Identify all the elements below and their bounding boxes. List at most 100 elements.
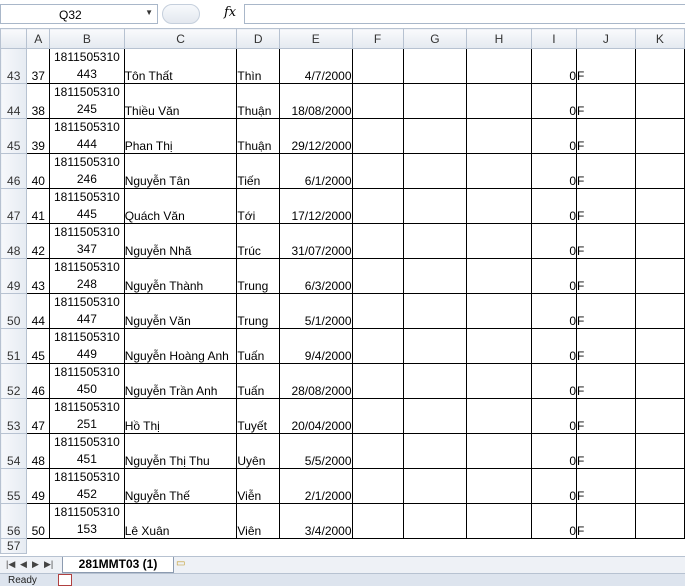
cell-k[interactable]: [634, 83, 685, 119]
cell-first-name[interactable]: Uyên: [236, 433, 281, 469]
cell-score[interactable]: 0: [530, 188, 578, 224]
cell-k[interactable]: [634, 503, 685, 539]
cell-g[interactable]: [402, 468, 468, 504]
cell-score[interactable]: 0: [530, 118, 578, 154]
cell-grade[interactable]: F: [576, 293, 636, 329]
empty-cell[interactable]: [635, 539, 684, 554]
cell-student-id[interactable]: 1811505310 445: [49, 188, 125, 224]
cell-f[interactable]: [351, 293, 404, 329]
select-all-corner[interactable]: [0, 28, 28, 49]
cell-h[interactable]: [466, 293, 532, 329]
cell-student-id[interactable]: 1811505310 449: [49, 328, 125, 364]
cell-grade[interactable]: F: [576, 398, 636, 434]
cell-first-name[interactable]: Thuận: [236, 118, 281, 154]
cell-score[interactable]: 0: [530, 48, 578, 84]
cell-last-name[interactable]: Nguyễn Tân: [123, 153, 238, 189]
cell-student-id[interactable]: 1811505310 153: [49, 503, 125, 539]
sheet-tab-active[interactable]: 281MMT03 (1): [62, 557, 174, 573]
cell-stt[interactable]: 42: [26, 223, 51, 259]
cell-first-name[interactable]: Thuận: [236, 83, 281, 119]
cell-f[interactable]: [351, 83, 404, 119]
cell-last-name[interactable]: Nguyễn Văn: [123, 293, 238, 329]
cell-h[interactable]: [466, 363, 532, 399]
cell-f[interactable]: [351, 258, 404, 294]
cell-score[interactable]: 0: [530, 433, 578, 469]
row-header[interactable]: 48: [0, 223, 28, 259]
cell-f[interactable]: [351, 188, 404, 224]
cell-k[interactable]: [634, 258, 685, 294]
empty-cell[interactable]: [280, 539, 352, 554]
cell-grade[interactable]: F: [576, 503, 636, 539]
first-sheet-icon[interactable]: |◀: [6, 559, 15, 570]
cell-f[interactable]: [351, 398, 404, 434]
cell-birth-date[interactable]: 20/04/2000: [279, 398, 353, 434]
column-header-k[interactable]: K: [634, 28, 685, 49]
cell-stt[interactable]: 48: [26, 433, 51, 469]
row-header[interactable]: 56: [0, 503, 28, 539]
cell-grade[interactable]: F: [576, 223, 636, 259]
cell-birth-date[interactable]: 3/4/2000: [279, 503, 353, 539]
cell-first-name[interactable]: Viễn: [236, 468, 281, 504]
column-header-a[interactable]: A: [26, 28, 51, 49]
cell-student-id[interactable]: 1811505310 447: [49, 293, 125, 329]
cell-grade[interactable]: F: [576, 468, 636, 504]
cell-stt[interactable]: 39: [26, 118, 51, 154]
empty-cell[interactable]: [352, 539, 403, 554]
row-header[interactable]: 45: [0, 118, 28, 154]
cell-h[interactable]: [466, 118, 532, 154]
cell-first-name[interactable]: Tuyết: [236, 398, 281, 434]
cell-birth-date[interactable]: 5/1/2000: [279, 293, 353, 329]
cell-k[interactable]: [634, 293, 685, 329]
cell-first-name[interactable]: Tuấn: [236, 328, 281, 364]
column-header-b[interactable]: B: [49, 28, 125, 49]
cell-birth-date[interactable]: 4/7/2000: [279, 48, 353, 84]
cell-birth-date[interactable]: 31/07/2000: [279, 223, 353, 259]
cell-g[interactable]: [402, 398, 468, 434]
cell-stt[interactable]: 43: [26, 258, 51, 294]
cell-k[interactable]: [634, 188, 685, 224]
last-sheet-icon[interactable]: ▶|: [44, 559, 53, 570]
empty-cell[interactable]: [124, 539, 237, 554]
cell-score[interactable]: 0: [530, 503, 578, 539]
column-header-c[interactable]: C: [123, 28, 238, 49]
cell-student-id[interactable]: 1811505310 451: [49, 433, 125, 469]
cell-h[interactable]: [466, 223, 532, 259]
cell-student-id[interactable]: 1811505310 245: [49, 83, 125, 119]
cell-score[interactable]: 0: [530, 83, 578, 119]
cell-g[interactable]: [402, 293, 468, 329]
cell-h[interactable]: [466, 258, 532, 294]
empty-cell[interactable]: [27, 539, 50, 554]
cell-k[interactable]: [634, 118, 685, 154]
cell-grade[interactable]: F: [576, 83, 636, 119]
row-header[interactable]: 46: [0, 153, 28, 189]
cell-score[interactable]: 0: [530, 398, 578, 434]
cell-last-name[interactable]: Nguyễn Thế: [123, 468, 238, 504]
cell-last-name[interactable]: Nguyễn Hoàng Anh: [123, 328, 238, 364]
cell-g[interactable]: [402, 118, 468, 154]
prev-sheet-icon[interactable]: ◀: [20, 559, 27, 570]
cell-score[interactable]: 0: [530, 468, 578, 504]
cell-last-name[interactable]: Tôn Thất: [123, 48, 238, 84]
empty-cell[interactable]: [237, 539, 280, 554]
cell-g[interactable]: [402, 188, 468, 224]
formula-input[interactable]: [244, 4, 685, 24]
cell-student-id[interactable]: 1811505310 450: [49, 363, 125, 399]
cell-g[interactable]: [402, 328, 468, 364]
cell-h[interactable]: [466, 433, 532, 469]
cell-k[interactable]: [634, 328, 685, 364]
cell-birth-date[interactable]: 28/08/2000: [279, 363, 353, 399]
row-header[interactable]: 52: [0, 363, 28, 399]
cell-score[interactable]: 0: [530, 153, 578, 189]
cell-grade[interactable]: F: [576, 48, 636, 84]
cell-first-name[interactable]: Viên: [236, 503, 281, 539]
cell-birth-date[interactable]: 6/3/2000: [279, 258, 353, 294]
row-header[interactable]: 51: [0, 328, 28, 364]
cell-last-name[interactable]: Nguyễn Trần Anh: [123, 363, 238, 399]
cell-g[interactable]: [402, 223, 468, 259]
cell-stt[interactable]: 47: [26, 398, 51, 434]
row-header[interactable]: 43: [0, 48, 28, 84]
empty-cell[interactable]: [577, 539, 636, 554]
column-header-e[interactable]: E: [279, 28, 353, 49]
cell-stt[interactable]: 49: [26, 468, 51, 504]
row-header[interactable]: 49: [0, 258, 28, 294]
